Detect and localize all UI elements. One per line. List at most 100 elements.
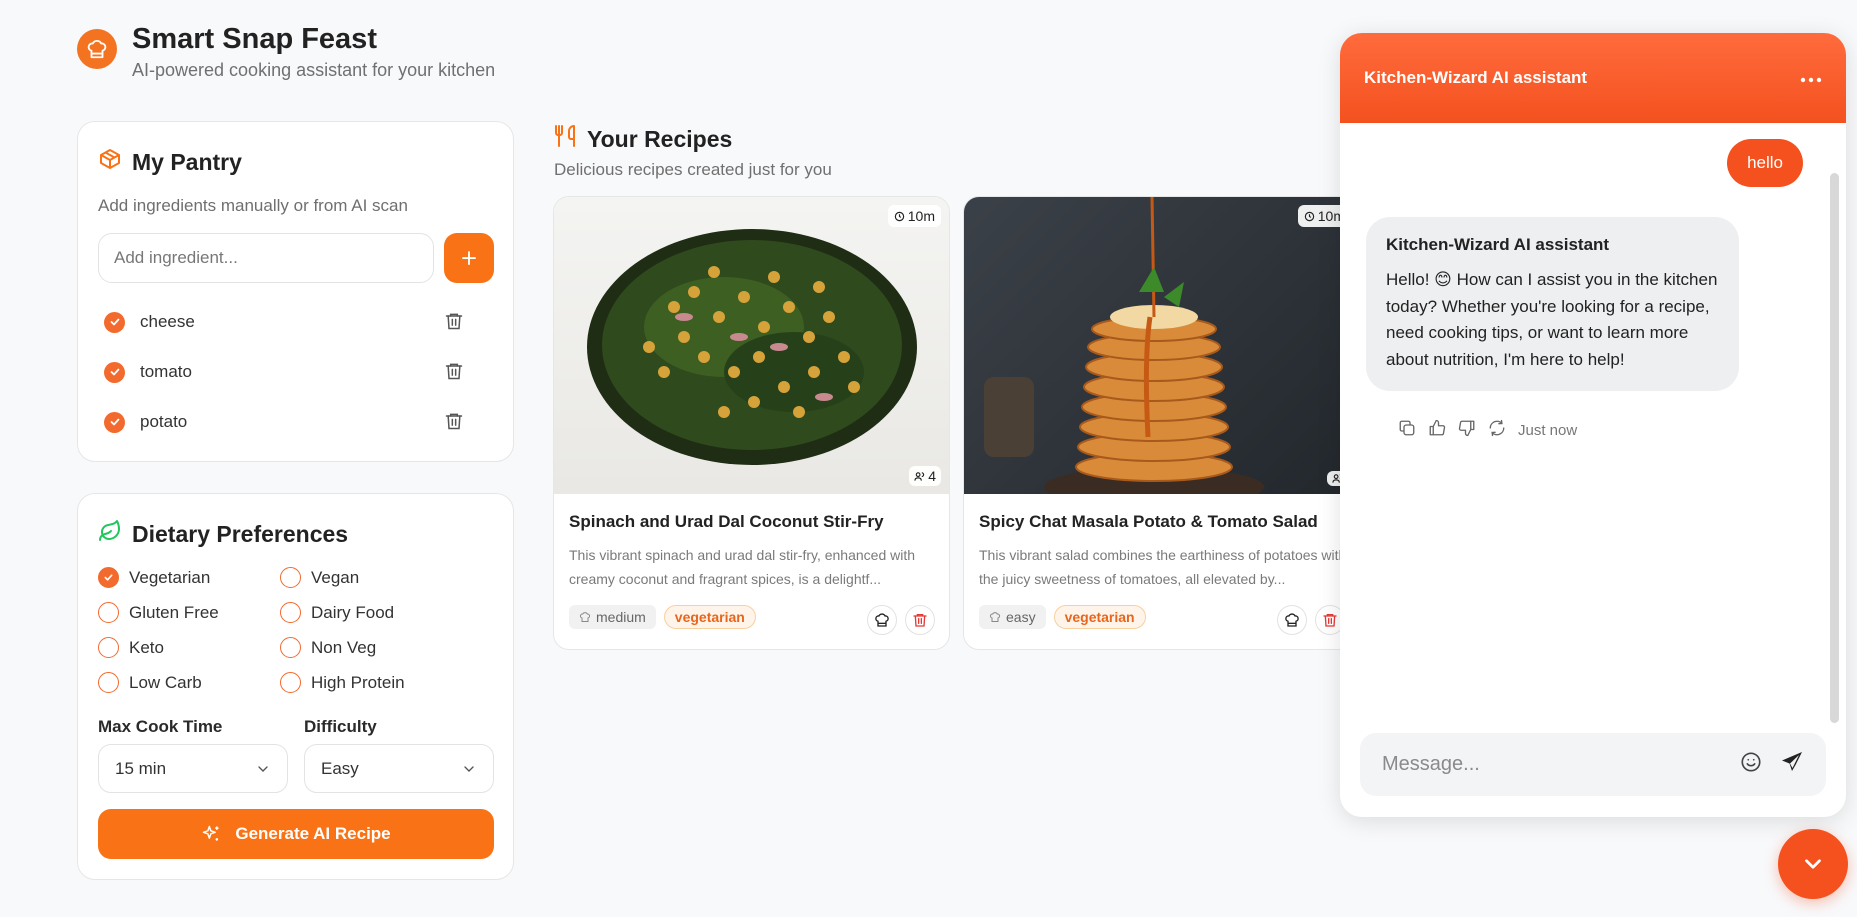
- ingredient-row: tomato: [104, 359, 464, 385]
- servings-badge: [1327, 471, 1340, 486]
- generate-recipe-button[interactable]: Generate AI Recipe: [98, 809, 494, 859]
- pantry-header: My Pantry: [98, 147, 242, 177]
- select-value: Easy: [321, 758, 359, 778]
- message-actions: Just now: [1398, 419, 1577, 441]
- recipe-card[interactable]: 10m Spicy Chat Masala Potato & Tomato Sa…: [963, 196, 1340, 650]
- difficulty-select[interactable]: Easy: [304, 744, 494, 793]
- message-timestamp: Just now: [1518, 421, 1578, 439]
- regenerate-icon[interactable]: [1488, 419, 1506, 441]
- bot-name: Kitchen-Wizard AI assistant: [1386, 235, 1610, 254]
- check-icon[interactable]: [104, 311, 125, 333]
- difficulty-tag: easy: [979, 605, 1046, 629]
- users-icon: [914, 471, 925, 481]
- diet-tag: vegetarian: [1053, 605, 1146, 629]
- select-value: 15 min: [115, 758, 167, 778]
- chef-hat-icon: [579, 612, 591, 622]
- diet-option-gluten-free[interactable]: Gluten Free: [98, 602, 219, 623]
- recipe-image: 10m: [964, 197, 1340, 494]
- radio-icon: [280, 567, 301, 588]
- chevron-down-icon: [1805, 859, 1821, 869]
- diet-tag: vegetarian: [663, 605, 756, 629]
- difficulty-text: easy: [1006, 609, 1036, 625]
- app-subtitle: AI-powered cooking assistant for your ki…: [132, 60, 496, 80]
- servings-badge: 4: [909, 466, 941, 486]
- ingredient-input[interactable]: Add ingredient...: [98, 233, 434, 283]
- emoji-icon[interactable]: [1740, 751, 1762, 779]
- dietary-title: Dietary Preferences: [132, 520, 349, 547]
- user-message: hello: [1727, 139, 1803, 187]
- ingredient-row: potato: [104, 409, 464, 435]
- trash-icon[interactable]: [444, 311, 464, 336]
- difficulty-text: medium: [596, 609, 646, 625]
- chat-header: Kitchen-Wizard AI assistant: [1340, 33, 1846, 123]
- pantry-card: My Pantry Add ingredients manually or fr…: [77, 121, 514, 462]
- diet-option-non-veg[interactable]: Non Veg: [280, 637, 376, 658]
- box-icon: [98, 147, 122, 177]
- radio-icon: [280, 637, 301, 658]
- trash-icon[interactable]: [444, 361, 464, 386]
- chat-panel: Kitchen-Wizard AI assistant hello Kitche…: [1340, 33, 1846, 817]
- delete-recipe-button[interactable]: [1315, 605, 1340, 635]
- thumbs-down-icon[interactable]: [1458, 419, 1476, 441]
- diet-option-vegetarian[interactable]: Vegetarian: [98, 567, 210, 588]
- check-icon[interactable]: [104, 411, 125, 433]
- cook-button[interactable]: [867, 605, 897, 635]
- chef-hat-icon: [1285, 613, 1299, 627]
- chef-hat-icon: [989, 612, 1001, 622]
- more-options-icon[interactable]: [1800, 68, 1822, 88]
- diet-option-high-protein[interactable]: High Protein: [280, 672, 405, 693]
- chevron-down-icon: [464, 765, 474, 772]
- send-icon[interactable]: [1780, 750, 1804, 780]
- max-cook-time-label: Max Cook Time: [98, 717, 223, 736]
- diet-option-label: Dairy Food: [311, 602, 395, 622]
- trash-icon: [913, 614, 927, 627]
- utensils-icon: [553, 123, 577, 155]
- bot-message: Kitchen-Wizard AI assistant Hello! 😊 How…: [1366, 217, 1739, 391]
- pantry-subtitle: Add ingredients manually or from AI scan: [98, 196, 408, 215]
- app-header: Smart Snap Feast AI-powered cooking assi…: [77, 22, 495, 81]
- diet-option-label: Gluten Free: [129, 602, 219, 622]
- servings: 4: [928, 468, 936, 484]
- copy-icon[interactable]: [1398, 419, 1416, 441]
- cook-button[interactable]: [1277, 605, 1307, 635]
- diet-option-keto[interactable]: Keto: [98, 637, 164, 658]
- chat-scrollbar[interactable]: [1830, 173, 1839, 723]
- difficulty-label: Difficulty: [304, 717, 377, 736]
- message-placeholder: Message...: [1382, 753, 1480, 775]
- recipe-tags: easy vegetarian: [979, 605, 1146, 629]
- check-icon: [98, 567, 119, 588]
- dietary-card: Dietary Preferences Vegetarian Vegan Glu…: [77, 493, 514, 880]
- trash-icon[interactable]: [444, 411, 464, 436]
- recipe-title: Spicy Chat Masala Potato & Tomato Salad: [979, 512, 1318, 531]
- leaf-icon: [98, 519, 122, 549]
- recipe-description: This vibrant salad combines the earthine…: [979, 547, 1340, 587]
- thumbs-up-icon[interactable]: [1428, 419, 1446, 441]
- max-cook-time-select[interactable]: 15 min: [98, 744, 288, 793]
- delete-recipe-button[interactable]: [905, 605, 935, 635]
- recipe-actions: [1277, 605, 1340, 635]
- chat-title: Kitchen-Wizard AI assistant: [1364, 68, 1588, 87]
- recipe-title: Spinach and Urad Dal Coconut Stir-Fry: [569, 512, 884, 531]
- cook-time-badge: 10m: [887, 205, 941, 227]
- users-icon: [1332, 474, 1340, 483]
- chat-message-input[interactable]: Message...: [1360, 733, 1826, 796]
- difficulty-tag: medium: [569, 605, 656, 629]
- ingredient-name: tomato: [140, 362, 192, 381]
- generate-button-label: Generate AI Recipe: [235, 824, 391, 843]
- diet-option-low-carb[interactable]: Low Carb: [98, 672, 202, 693]
- ingredient-name: cheese: [140, 312, 195, 331]
- recipes-subtitle: Delicious recipes created just for you: [554, 160, 832, 179]
- radio-icon: [98, 637, 119, 658]
- chef-hat-icon: [875, 613, 889, 627]
- recipe-card[interactable]: 10m 4 Spinach and Urad Dal Coconut Stir-…: [553, 196, 950, 650]
- diet-option-vegan[interactable]: Vegan: [280, 567, 359, 588]
- dietary-header: Dietary Preferences: [98, 519, 348, 549]
- recipe-actions: [867, 605, 935, 635]
- bot-message-text: Hello! 😊 How can I assist you in the kit…: [1386, 270, 1718, 369]
- ingredient-row: cheese: [104, 309, 464, 335]
- add-ingredient-button[interactable]: [444, 233, 494, 283]
- trash-icon: [1323, 614, 1337, 627]
- diet-option-dairy-food[interactable]: Dairy Food: [280, 602, 394, 623]
- toggle-chat-button[interactable]: [1778, 829, 1848, 899]
- check-icon[interactable]: [104, 361, 125, 383]
